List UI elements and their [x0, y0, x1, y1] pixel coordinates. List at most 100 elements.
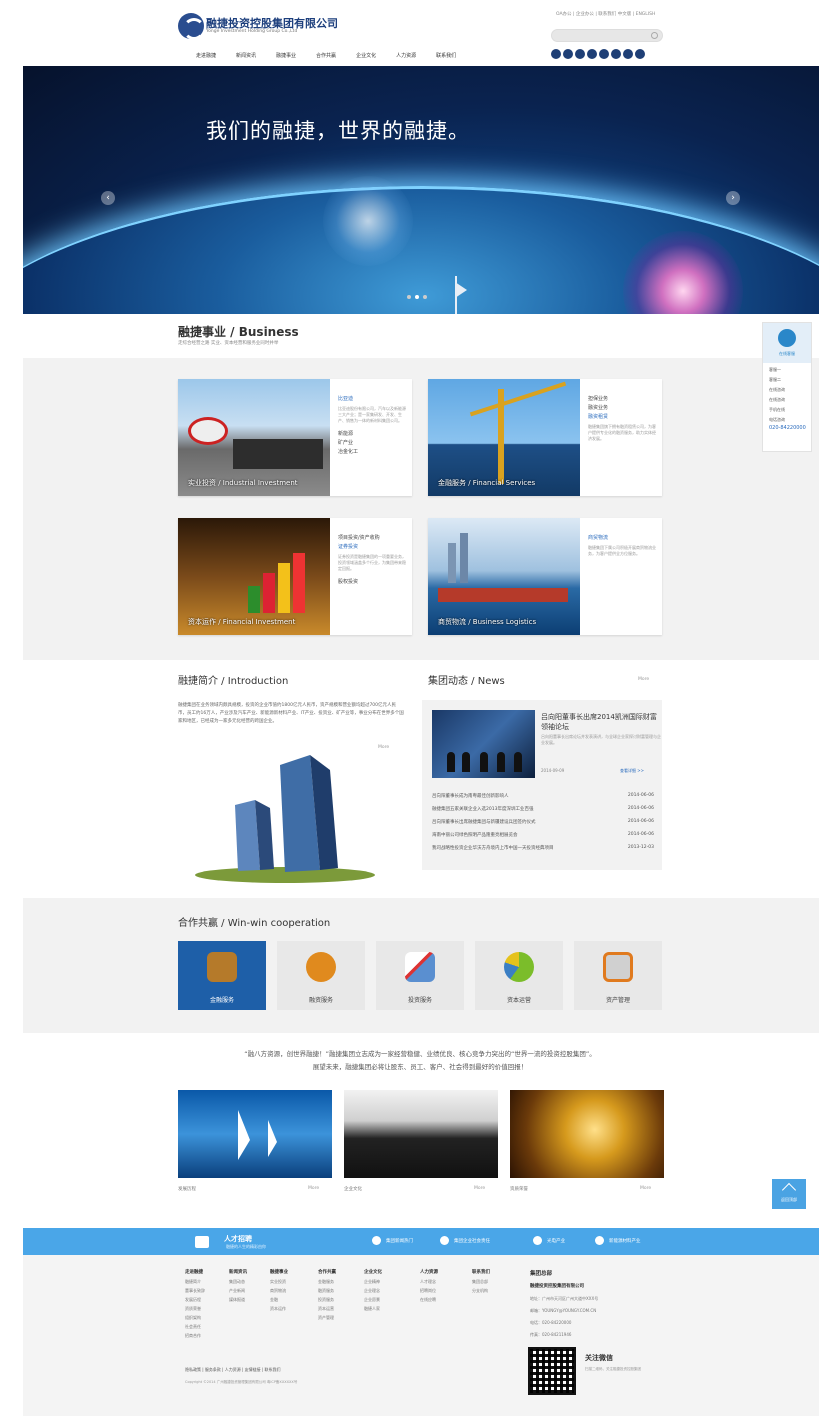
- coop-tile-financing[interactable]: 融资服务: [277, 941, 365, 1010]
- job-title[interactable]: 人才招聘: [224, 1234, 252, 1244]
- footer-bar-link[interactable]: 集团企业社会责任: [440, 1236, 490, 1245]
- footer-link[interactable]: 在线应聘: [420, 1295, 438, 1304]
- service-item[interactable]: 客服一: [769, 367, 811, 373]
- linkedin-icon[interactable]: [587, 49, 597, 59]
- search-input[interactable]: [551, 29, 663, 42]
- picture-more-link[interactable]: More: [308, 1186, 319, 1191]
- footer-link[interactable]: 融资服务: [318, 1286, 336, 1295]
- footer-column-title[interactable]: 新闻资讯: [229, 1268, 247, 1277]
- card-menu-item[interactable]: 商贸物流: [588, 534, 658, 543]
- news-item-title[interactable]: 融捷集团五家关联企业入选2013年度深圳工业百强: [432, 806, 533, 812]
- footer-link[interactable]: 集团总部: [472, 1277, 490, 1286]
- banner-next-button[interactable]: ›: [726, 191, 740, 205]
- footer-link[interactable]: 人才理念: [420, 1277, 438, 1286]
- footer-bar-link[interactable]: 集团新闻热门: [372, 1236, 413, 1245]
- picture-more-link[interactable]: More: [474, 1186, 485, 1191]
- footer-link[interactable]: 商贸物流: [270, 1286, 288, 1295]
- tencent-icon[interactable]: [563, 49, 573, 59]
- footer-link[interactable]: 企业愿景: [364, 1295, 382, 1304]
- news-item-title[interactable]: 我司战略性投资企业华沃方舟境内上市中国一天投资经典项目: [432, 845, 554, 851]
- news-item-title[interactable]: 吕向阳董事长成为南粤最佳创新影响人: [432, 793, 509, 799]
- service-item[interactable]: 手机在线: [769, 407, 811, 413]
- news-photo[interactable]: [432, 710, 535, 778]
- business-card-logistics[interactable]: 商贸物流 / Business Logistics 商贸物流 融捷集团下属公司积极…: [428, 518, 662, 635]
- service-item[interactable]: 在线咨询: [769, 387, 811, 393]
- footer-link[interactable]: 资质荣誉: [185, 1304, 205, 1313]
- business-card-capital[interactable]: 资本运作 / Financial Investment 项目投资/资产收购 证券投…: [178, 518, 412, 635]
- hq-email[interactable]: 邮箱：YOUNGY@YOUNGY.COM.CN: [530, 1308, 596, 1313]
- card-menu-item[interactable]: 项目投资/资产收购: [338, 534, 408, 543]
- footer-link[interactable]: 投资服务: [318, 1295, 336, 1304]
- honor-photo[interactable]: [510, 1090, 664, 1178]
- footer-link[interactable]: 资本运营: [318, 1304, 336, 1313]
- business-card-industrial[interactable]: 实业投资 / Industrial Investment 比亚迪 比亚迪股份有限公…: [178, 379, 412, 496]
- top-links[interactable]: OA办公 | 企业办公 | 联系我们 中文版 | ENGLISH: [556, 11, 655, 17]
- card-menu-item[interactable]: 矿产业: [338, 439, 408, 448]
- picture-more-link[interactable]: More: [640, 1186, 651, 1191]
- footer-link[interactable]: 金融服务: [318, 1277, 336, 1286]
- picture-label[interactable]: 资质荣誉: [510, 1186, 528, 1192]
- news-list-item[interactable]: 吕向阳董事长成为南粤最佳创新影响人 2014-06-06: [432, 793, 654, 799]
- card-menu-item[interactable]: 新能源: [338, 430, 408, 439]
- back-to-top-button[interactable]: 返回顶部: [772, 1179, 806, 1209]
- footer-column-title[interactable]: 合作共赢: [318, 1268, 336, 1277]
- footer-link[interactable]: 资本运作: [270, 1304, 288, 1313]
- footer-bar-link[interactable]: 新能源材料产业: [595, 1236, 641, 1245]
- pager-dot[interactable]: [415, 295, 419, 299]
- news-item-title[interactable]: 吕向阳董事长出席融捷集团与新疆建设兵团签约仪式: [432, 819, 536, 825]
- pager-dot[interactable]: [407, 295, 411, 299]
- footer-link[interactable]: 分支机构: [472, 1286, 490, 1295]
- footer-link[interactable]: 组织架构: [185, 1313, 205, 1322]
- footer-link[interactable]: 发展历程: [185, 1295, 205, 1304]
- service-item[interactable]: 在线咨询: [769, 397, 811, 403]
- news-list-item[interactable]: 吕向阳董事长出席融捷集团与新疆建设兵团签约仪式 2014-06-06: [432, 819, 654, 825]
- news-detail-link[interactable]: 查看详细 >>: [620, 768, 644, 774]
- coop-tile-investment[interactable]: 投资服务: [376, 941, 464, 1010]
- coop-tile-capital[interactable]: 资本运营: [475, 941, 563, 1010]
- footer-link[interactable]: 企业理念: [364, 1286, 382, 1295]
- footer-link[interactable]: 媒体报道: [229, 1295, 247, 1304]
- footer-link[interactable]: 融捷人家: [364, 1304, 382, 1313]
- nav-item[interactable]: 融捷事业: [276, 52, 296, 59]
- qzone-icon[interactable]: [575, 49, 585, 59]
- news-more-link[interactable]: More: [638, 677, 649, 682]
- douban-icon[interactable]: [611, 49, 621, 59]
- nav-item[interactable]: 新闻资讯: [236, 52, 256, 59]
- banner-prev-button[interactable]: ‹: [101, 191, 115, 205]
- picture-label[interactable]: 企业文化: [344, 1186, 362, 1192]
- footer-column-title[interactable]: 走进融捷: [185, 1268, 205, 1277]
- footer-links[interactable]: 隐私政策 | 服务条款 | 人力资源 | 友情链接 | 联系我们: [185, 1367, 281, 1373]
- business-card-financial[interactable]: 金融服务 / Financial Services 担保业务 融资业务 融资租赁 融捷…: [428, 379, 662, 496]
- footer-link[interactable]: 实业投资: [270, 1277, 288, 1286]
- footer-column-title[interactable]: 人力资源: [420, 1268, 438, 1277]
- news-item-title[interactable]: 海南中丽公司绿色照明产品隆重亮相展览会: [432, 832, 518, 838]
- footer-link[interactable]: 招商合作: [185, 1331, 205, 1340]
- logo-icon[interactable]: [178, 13, 205, 40]
- footer-column-title[interactable]: 融捷事业: [270, 1268, 288, 1277]
- footer-bar-link[interactable]: 光电产业: [533, 1236, 565, 1245]
- card-menu-item[interactable]: 融资业务: [588, 404, 658, 413]
- nav-item[interactable]: 合作共赢: [316, 52, 336, 59]
- footer-link[interactable]: 金融: [270, 1295, 288, 1304]
- footer-link[interactable]: 社会责任: [185, 1322, 205, 1331]
- card-menu-item[interactable]: 冶金化工: [338, 448, 408, 457]
- footer-link[interactable]: 董事长致辞: [185, 1286, 205, 1295]
- footer-link[interactable]: 产业新闻: [229, 1286, 247, 1295]
- footer-column-title[interactable]: 联系我们: [472, 1268, 490, 1277]
- online-service-header[interactable]: 在线客服: [763, 323, 811, 363]
- footer-column-title[interactable]: 企业文化: [364, 1268, 382, 1277]
- kaixin-icon[interactable]: [635, 49, 645, 59]
- nav-item[interactable]: 人力资源: [396, 52, 416, 59]
- culture-photo[interactable]: [344, 1090, 498, 1178]
- card-menu-item[interactable]: 股权投资: [338, 578, 408, 587]
- nav-item[interactable]: 联系我们: [436, 52, 456, 59]
- nav-item[interactable]: 企业文化: [356, 52, 376, 59]
- footer-link[interactable]: 招聘岗位: [420, 1286, 438, 1295]
- pager-dot[interactable]: [423, 295, 427, 299]
- card-menu-item[interactable]: 担保业务: [588, 395, 658, 404]
- news-list-item[interactable]: 融捷集团五家关联企业入选2013年度深圳工业百强 2014-06-06: [432, 806, 654, 812]
- coop-tile-finance[interactable]: 金融服务: [178, 941, 266, 1010]
- footer-link[interactable]: 资产管理: [318, 1313, 336, 1322]
- footer-link[interactable]: 集团动态: [229, 1277, 247, 1286]
- renren-icon[interactable]: [599, 49, 609, 59]
